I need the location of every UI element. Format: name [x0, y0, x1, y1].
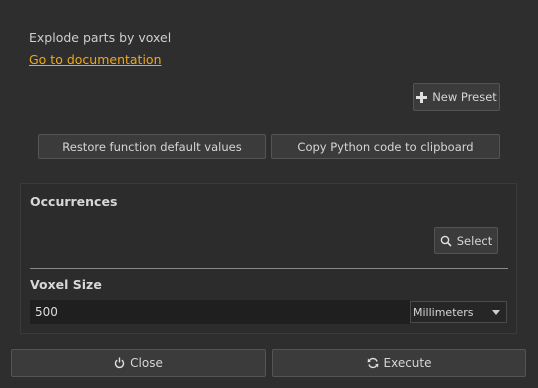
refresh-icon [367, 357, 379, 369]
execute-button[interactable]: Execute [272, 349, 526, 377]
dialog-description: Explode parts by voxel [29, 30, 172, 45]
execute-label: Execute [383, 356, 432, 370]
close-label: Close [130, 356, 163, 370]
copy-python-code-button[interactable]: Copy Python code to clipboard [271, 134, 500, 159]
restore-defaults-button[interactable]: Restore function default values [38, 134, 266, 159]
voxel-size-input[interactable]: 500 [30, 300, 410, 324]
voxel-unit-select[interactable]: Millimeters [410, 301, 507, 323]
power-icon [114, 357, 125, 369]
new-preset-button[interactable]: New Preset [413, 83, 500, 111]
documentation-link[interactable]: Go to documentation [29, 52, 162, 67]
new-preset-label: New Preset [432, 90, 497, 104]
copy-python-code-label: Copy Python code to clipboard [297, 139, 474, 154]
select-occurrences-button[interactable]: Select [434, 227, 498, 254]
occurrences-title: Occurrences [30, 194, 118, 209]
restore-defaults-label: Restore function default values [62, 139, 242, 154]
voxel-unit-value: Millimeters [413, 305, 474, 319]
plus-icon [416, 91, 428, 103]
magnifier-icon [440, 235, 452, 247]
chevron-down-icon [492, 310, 500, 315]
close-button[interactable]: Close [11, 349, 266, 377]
voxel-size-title: Voxel Size [30, 277, 102, 292]
select-label: Select [456, 233, 493, 248]
section-divider [30, 268, 508, 269]
